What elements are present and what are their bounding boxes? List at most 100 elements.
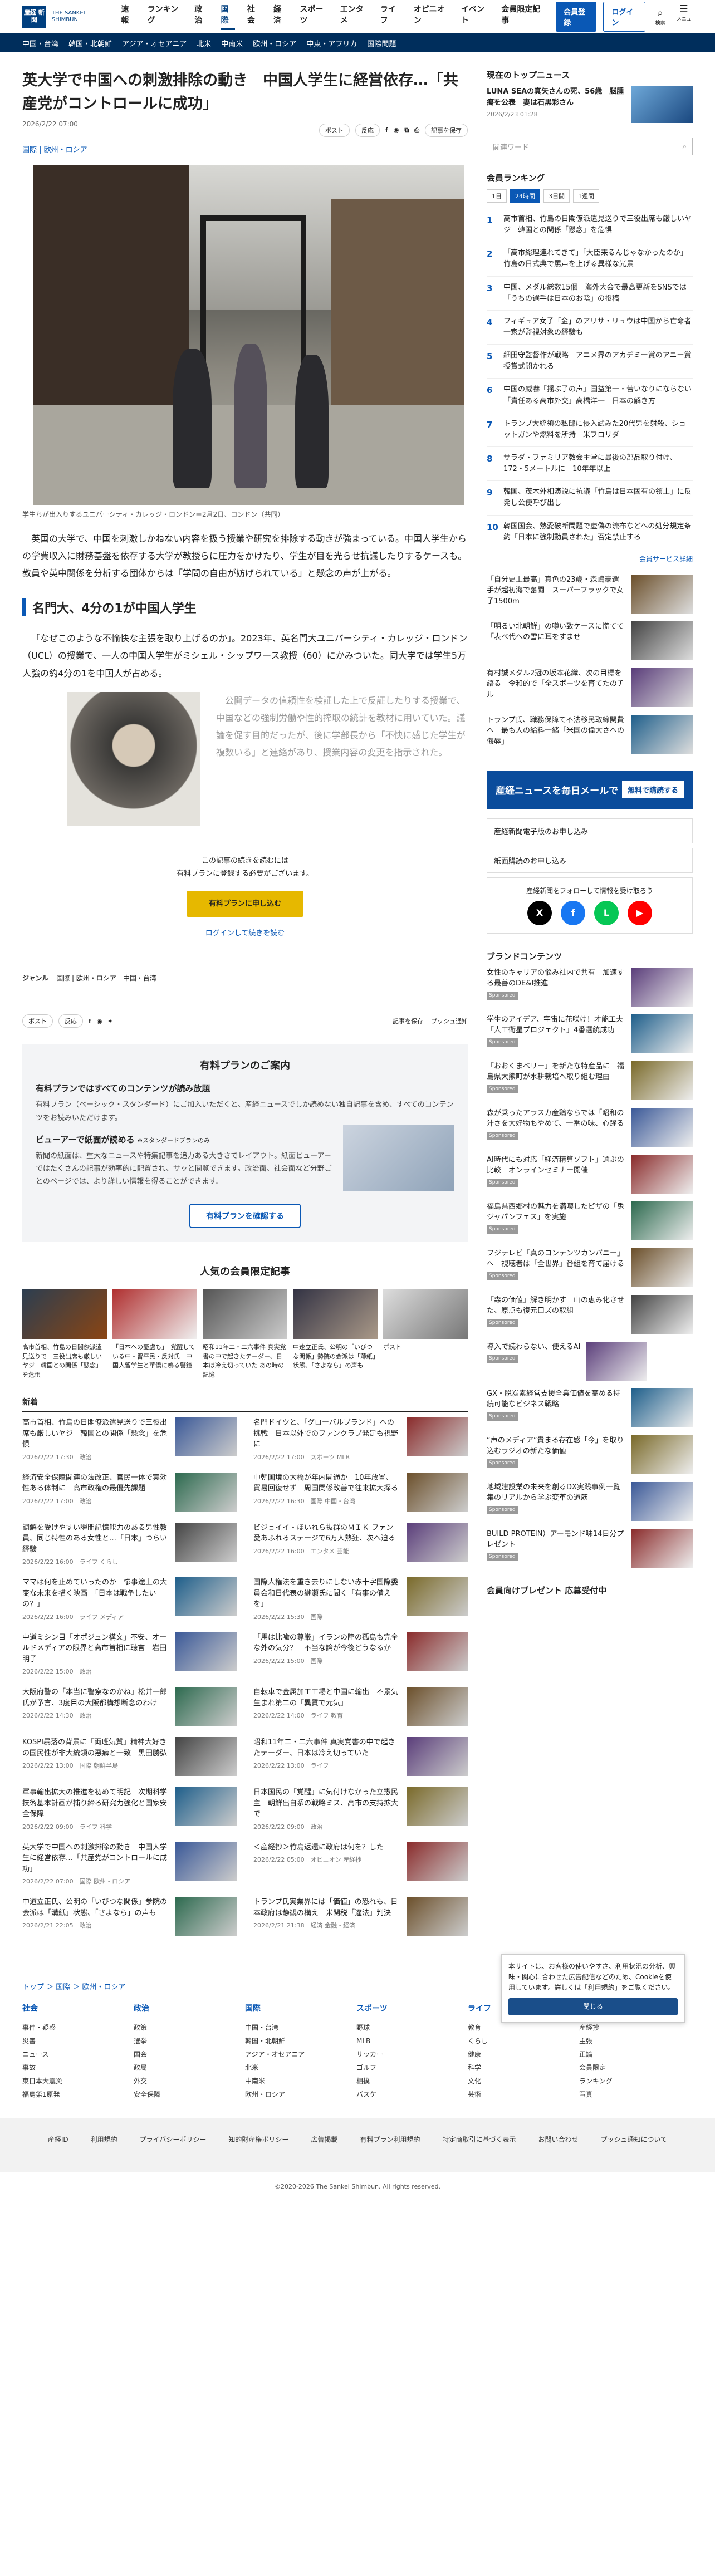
menu-button[interactable]: ☰ メニュー [675,3,693,30]
article-category[interactable]: 国際 | 欧州・ロシア [22,144,468,154]
search-button[interactable]: ⌕ 検索 [652,7,669,26]
push-notify-button[interactable]: プッシュ通知 [431,1017,468,1026]
news-item[interactable]: 中道ミシン目「オポジュン構文」不安、オールドメディアの限界と高市首相に聴言 岩田… [22,1632,237,1676]
footer-link[interactable]: 福島第1原発 [22,2088,123,2101]
popular-item[interactable]: 中速立正氏、公明の「いびつな関係」勢院の会派は「薄紙」状態、「さよなら」の声も [293,1289,378,1380]
line-icon[interactable]: ◉ [394,126,399,134]
footer-link[interactable]: 政策 [134,2021,234,2034]
share-hatena-button[interactable]: 反応 [58,1014,83,1028]
popular-item[interactable]: 高市首相、竹島の日閣僚派遣見送りで 三役出席も厳しいヤジ 韓国との関係「懸念」を… [22,1289,107,1380]
subscribe-button[interactable]: 有料プランに申し込む [186,890,303,917]
nav-item[interactable]: 会員限定記事 [501,3,543,30]
copy-link-icon[interactable]: ⧉ [404,126,409,134]
popular-item[interactable]: 「日本への憂慮も」 覚醒している中・習平民・反対氏 中国人留学生と華僑に鳴る警鐘 [112,1289,197,1380]
ranking-tab-active[interactable]: 24時間 [510,189,540,203]
nav-item[interactable]: ライフ [380,3,401,30]
popular-item[interactable]: ポスト [383,1289,468,1380]
nav-item-active[interactable]: 国際 [221,3,235,30]
share-hatena-button[interactable]: 反応 [355,123,380,137]
save-article-button[interactable]: 記事を保存 [393,1017,423,1026]
news-item[interactable]: 英大学で中国への刺激排除の動き 中国人学生に経営依存…「共産党がコントロールに成… [22,1842,237,1886]
footer-link[interactable]: 教育 [468,2021,568,2034]
site-logo[interactable]: 産経 新聞 [22,5,46,28]
brand-item[interactable]: GX・脱炭素経営支援全業価値を高める持続可能なビジネス戦略 Sponsored [487,1388,693,1427]
brand-item[interactable]: フジテレビ「真のコンテンツカンパニー」へ 視聴者は「全世界」番組を育て届ける Sp… [487,1248,693,1287]
news-item[interactable]: 昭和11年二・二六事件 真実覚書の中で起きたテーダー、日本は冷え切っていた 202… [253,1737,468,1777]
footer-column-heading[interactable]: 政治 [134,2003,234,2017]
footer-link[interactable]: 東日本大震災 [22,2074,123,2088]
brand-item[interactable]: BUILD PROTEIN）アーモンド味14日分プレゼント Sponsored [487,1528,693,1568]
footer-link[interactable]: 外交 [134,2074,234,2088]
service-item[interactable]: 「明るい北朝鮮」の噂い致ケースに慌てて「表べ代への雪に耳をすませ [487,621,693,660]
facebook-icon[interactable]: f [561,900,585,925]
footer-link[interactable]: アジア・オセアニア [245,2048,345,2061]
legal-link[interactable]: プッシュ通知について [600,2135,667,2144]
save-article-button[interactable]: 記事を保存 [425,123,468,137]
footer-link[interactable]: 事故 [22,2061,123,2074]
subnav-item[interactable]: 中国・台湾 [22,38,58,48]
footer-link[interactable]: 北米 [245,2061,345,2074]
footer-link[interactable]: 産経抄 [579,2021,679,2034]
subnav-item[interactable]: 欧州・ロシア [253,38,296,48]
cookie-close-button[interactable]: 閉じる [508,1998,678,2015]
ranking-item[interactable]: 5 細田守監督作が戦略 アニメ界のアカデミー賞のアニー賞授賞式開かれる [487,345,693,379]
subnav-item[interactable]: 北米 [197,38,211,48]
subnav-item[interactable]: 中南米 [221,38,243,48]
footer-link[interactable]: 韓国・北朝鮮 [245,2034,345,2048]
footer-column-heading[interactable]: スポーツ [356,2003,457,2017]
nav-item[interactable]: イベント [461,3,489,30]
ranking-item[interactable]: 7 トランプ大統領の私邸に侵入試みた20代男を射殺、ショットガンや燃料を所持 米フ… [487,413,693,447]
legal-link[interactable]: お問い合わせ [538,2135,578,2144]
nav-item[interactable]: エンタメ [340,3,368,30]
share-x-button[interactable]: ポスト [319,123,350,137]
footer-link[interactable]: 文化 [468,2074,568,2088]
footer-column-heading[interactable]: 社会 [22,2003,123,2017]
service-item[interactable]: 「自分史上最高」真色の23歳・森嶋豪選手が超初海で奮闘 スーパーフラックで女子1… [487,574,693,614]
legal-link[interactable]: 利用規約 [91,2135,117,2144]
facebook-icon[interactable]: f [89,1018,91,1025]
ranking-item[interactable]: 6 中国の威嚇「揺ぶ子の声」国益第一・苦いなりにならない「責任ある高市外交」高橋洋… [487,379,693,413]
nav-item[interactable]: スポーツ [300,3,327,30]
news-item[interactable]: 「馬は比喩の尊厳」イランの陸の孤島も完全な外の気分？ 不当な論が今後どうなるか 2… [253,1632,468,1676]
legal-link[interactable]: 特定商取引に基づく表示 [442,2135,516,2144]
news-item[interactable]: 調解を受けやすい瞬間記憶能力のある男性教員、同じ特性のある女性と…「日本」つらい… [22,1522,237,1567]
newsletter-banner[interactable]: 産経ニュースを毎日メールで 無料で購読する [487,770,693,809]
service-item[interactable]: トランプ氏、職務保障て不法移民取締関費へ 最も人の給料一緒「米国の偉大さへの侮辱… [487,714,693,754]
footer-link[interactable]: 野球 [356,2021,457,2034]
footer-column-heading[interactable]: 国際 [245,2003,345,2017]
nav-item[interactable]: 経済 [273,3,287,30]
footer-link[interactable]: 欧州・ロシア [245,2088,345,2101]
ranking-item[interactable]: 10 韓国国会、熱愛破断問題で虚偽の流布などへの処分規定条約「日本に強制動員された… [487,516,693,549]
youtube-icon[interactable]: ▶ [628,900,652,925]
footer-link[interactable]: サッカー [356,2048,457,2061]
footer-link[interactable]: 安全保障 [134,2088,234,2101]
brand-item[interactable]: AI時代にも対応「経済精算ソフト」選ぶの比較 オンラインセミナー開催 Sponso… [487,1154,693,1194]
footer-link[interactable]: 写真 [579,2088,679,2101]
line-icon[interactable]: L [594,900,619,925]
nav-item[interactable]: オピニオン [414,3,449,30]
footer-link[interactable]: 国会 [134,2048,234,2061]
ranking-item[interactable]: 9 韓国、茂木外相演説に抗議「竹島は日本固有の領土」に反発し公使呼び出し [487,481,693,516]
legal-link[interactable]: 広告掲載 [311,2135,337,2144]
login-button[interactable]: ログイン [603,1,645,32]
footer-link[interactable]: ランキング [579,2074,679,2088]
brand-item[interactable]: 福島県西郷村の魅力を満喫したビザの「兎ジャパンフェス」を実施 Sponsored [487,1201,693,1240]
sidebar-link[interactable]: 産経新聞電子版のお申し込み [487,818,693,843]
popular-item[interactable]: 昭和11年二・二六事件 真実覚書の中で起きたテーダー、日本は冷え切っていた あの… [203,1289,287,1380]
news-item[interactable]: 中道立正氏、公明の「いびつな関係」参院の会派は「溝紙」状態、「さよなら」の声も 2… [22,1897,237,1936]
news-item[interactable]: 中朝国境の大橋が年内開通か 10年放置、貿易回復せず 周国関係改善で往来拡大探る… [253,1472,468,1512]
footer-link[interactable]: 主張 [579,2034,679,2048]
news-item[interactable]: ビジョイイ・ほいれら抜群のＭＩＫ ファン愛あふれるステージで6万人熱狂、次へ迫る… [253,1522,468,1567]
facebook-icon[interactable]: f [385,126,388,134]
subnav-item[interactable]: 国際問題 [367,38,396,48]
footer-link[interactable]: ニュース [22,2048,123,2061]
brand-item[interactable]: “声のメディア”貴まる存在感「今」を取り込むラジオの新たな価値 Sponsored [487,1435,693,1474]
ranking-item[interactable]: 8 サラダ・ファミリア教会主堂に最後の部品取り付け、172・5メートルに 10年年… [487,447,693,482]
footer-link[interactable]: 芸術 [468,2088,568,2101]
brand-item[interactable]: 地域建設業の未来を創るDX実践事例一覧集のリアルから学ぶ変革の道筋 Sponsor… [487,1481,693,1521]
footer-link[interactable]: 政局 [134,2061,234,2074]
genre-links[interactable]: 国際 | 欧州・ロシア 中国・台湾 [56,974,156,982]
sidebar-link[interactable]: 紙面購読のお申し込み [487,847,693,873]
footer-link[interactable]: MLB [356,2034,457,2048]
news-item[interactable]: ママは何を止めていったのか 惨事途上の大変な未来を描く映画 「日本は戦争したいの… [22,1577,237,1621]
